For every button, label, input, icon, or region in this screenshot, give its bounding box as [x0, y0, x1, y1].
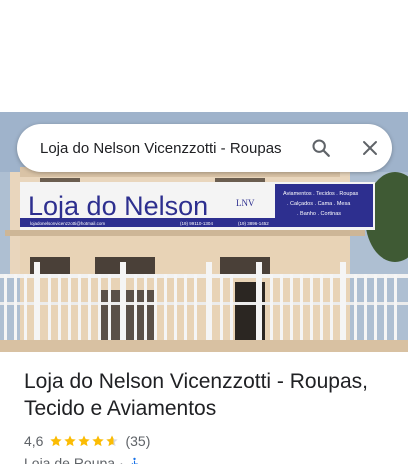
sign-logo-text: LNV [236, 198, 255, 208]
star-full-icon [92, 435, 105, 447]
sign-side-line-3: . Banho . Cortinas [297, 211, 341, 217]
star-full-icon [78, 435, 91, 447]
star-full-icon [50, 435, 63, 447]
search-input[interactable] [40, 139, 392, 157]
wheelchair-icon [131, 457, 138, 464]
star-full-icon [64, 435, 77, 447]
close-icon [363, 141, 377, 155]
category-row: Loja de Roupa · [24, 454, 396, 464]
search-button[interactable] [308, 135, 334, 161]
separator-dot: · [119, 455, 124, 464]
review-count[interactable]: (35) [125, 433, 150, 449]
rating-row[interactable]: 4,6 (35) [24, 432, 396, 450]
search-icon [312, 139, 330, 157]
close-button[interactable] [357, 135, 383, 161]
sign-side-line-2: . Calçados . Cama . Mesa [287, 201, 351, 207]
sign-phone-1: (19) 99110-1304 [180, 221, 213, 226]
star-half-icon [106, 435, 119, 447]
sign-phone-2: (19) 3896-1452 [238, 221, 269, 226]
place-info[interactable]: Loja do Nelson Vicenzzotti - Roupas, Tec… [24, 368, 396, 464]
sign-email: lojadonelsonvicenzzotti@hotmail.com [30, 221, 105, 226]
star-rating [49, 434, 119, 448]
sign-main-text: Loja do Nelson [28, 191, 208, 221]
rating-value: 4,6 [24, 433, 44, 449]
top-blank-area [0, 0, 408, 112]
search-bar[interactable] [17, 124, 392, 172]
sign-side-line-1: Aviamentos . Tecidos . Roupas [283, 191, 359, 197]
place-title: Loja do Nelson Vicenzzotti - Roupas, Tec… [24, 370, 368, 420]
place-category: Loja de Roupa [24, 455, 116, 464]
